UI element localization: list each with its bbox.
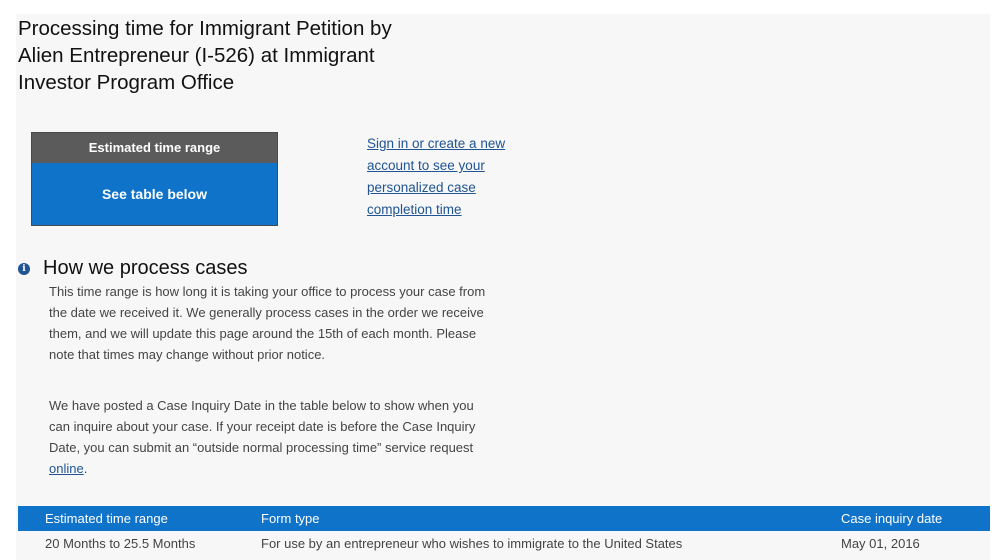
how-we-process-title: How we process cases bbox=[43, 257, 248, 279]
processing-times-table: Estimated time range Form type Case inqu… bbox=[18, 506, 990, 556]
cell-estimated-time: 20 Months to 25.5 Months bbox=[45, 536, 196, 551]
inquiry-paragraph-end: . bbox=[83, 461, 88, 476]
estimated-time-header: Estimated time range bbox=[32, 133, 277, 163]
inquiry-paragraph: We have posted a Case Inquiry Date in th… bbox=[49, 395, 489, 479]
inquiry-paragraph-text: We have posted a Case Inquiry Date in th… bbox=[49, 398, 476, 455]
info-icon: i bbox=[18, 263, 30, 275]
process-paragraph: This time range is how long it is taking… bbox=[49, 284, 486, 362]
header-form-type: Form type bbox=[261, 511, 320, 526]
cell-case-inquiry-date: May 01, 2016 bbox=[841, 536, 920, 551]
table-row: 20 Months to 25.5 Months For use by an e… bbox=[18, 531, 990, 556]
estimated-time-value: See table below bbox=[32, 163, 277, 225]
signin-link[interactable]: Sign in or create a new account to see y… bbox=[367, 133, 527, 221]
cell-form-type: For use by an entrepreneur who wishes to… bbox=[261, 536, 683, 551]
header-estimated-time: Estimated time range bbox=[45, 511, 168, 526]
page-title: Processing time for Immigrant Petition b… bbox=[18, 17, 392, 94]
online-link[interactable]: online bbox=[49, 461, 84, 476]
header-case-inquiry-date: Case inquiry date bbox=[841, 511, 943, 526]
table-header-row: Estimated time range Form type Case inqu… bbox=[18, 506, 990, 531]
estimated-time-box: Estimated time range See table below bbox=[31, 132, 278, 226]
